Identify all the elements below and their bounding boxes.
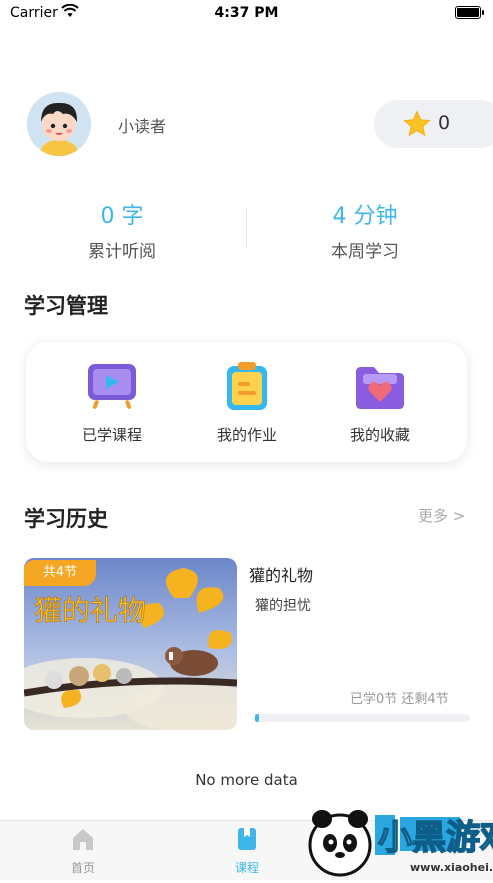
- my-homework-button[interactable]: 我的作业: [187, 362, 307, 445]
- tab-courses-label: 课程: [234, 861, 259, 875]
- tv-icon: [88, 364, 136, 409]
- watermark-text: 小黑游戏: [378, 818, 493, 858]
- course-progress-fill: [255, 714, 259, 722]
- my-favorites-label: 我的收藏: [349, 426, 410, 444]
- watermark-url: www.xiaohei.com: [410, 861, 493, 874]
- homework-icon: [227, 362, 267, 410]
- stats-divider: [246, 208, 247, 248]
- tab-courses[interactable]: 课程: [207, 826, 287, 876]
- learned-courses-label: 已学课程: [81, 426, 142, 444]
- lesson-count-badge: 共4节: [24, 560, 96, 586]
- weekly-study-label: 本周学习: [331, 242, 399, 262]
- star-count: 0: [438, 112, 451, 134]
- watermark-logo: 小黑游戏 www.xiaohei.com: [300, 805, 493, 879]
- total-listen-label: 累计听阅: [88, 242, 156, 262]
- weekly-study-value: 4 分钟: [332, 204, 398, 229]
- my-homework-label: 我的作业: [216, 426, 277, 444]
- book-icon: [238, 828, 256, 850]
- learned-courses-button[interactable]: 已学课程: [52, 362, 172, 445]
- course-progress-text: 已学0节 还剩4节: [350, 692, 449, 707]
- my-favorites-button[interactable]: 我的收藏: [320, 362, 440, 445]
- course-subtitle: 獾的担忧: [255, 598, 311, 614]
- star-icon: [403, 110, 431, 137]
- home-icon: [73, 829, 93, 850]
- course-title[interactable]: 獾的礼物: [249, 562, 313, 586]
- tab-home[interactable]: 首页: [43, 826, 123, 876]
- more-link[interactable]: 更多 >: [418, 505, 465, 526]
- clock: 4:37 PM: [214, 5, 279, 21]
- course-progress-track: [255, 714, 470, 722]
- management-title: 学习管理: [24, 294, 108, 318]
- avatar[interactable]: [27, 92, 91, 156]
- history-title: 学习历史: [24, 507, 108, 531]
- total-listen-value: 0 字: [100, 204, 144, 229]
- cover-title-art: 獾的礼物: [34, 594, 146, 627]
- favorites-folder-icon: [356, 367, 404, 409]
- status-bar: Carrier 4:37 PM: [0, 0, 493, 26]
- tab-home-label: 首页: [70, 861, 95, 875]
- star-balance[interactable]: [374, 100, 493, 148]
- no-more-data-label: No more data: [195, 771, 298, 789]
- battery-icon: [455, 6, 484, 19]
- username[interactable]: 小读者: [118, 113, 166, 137]
